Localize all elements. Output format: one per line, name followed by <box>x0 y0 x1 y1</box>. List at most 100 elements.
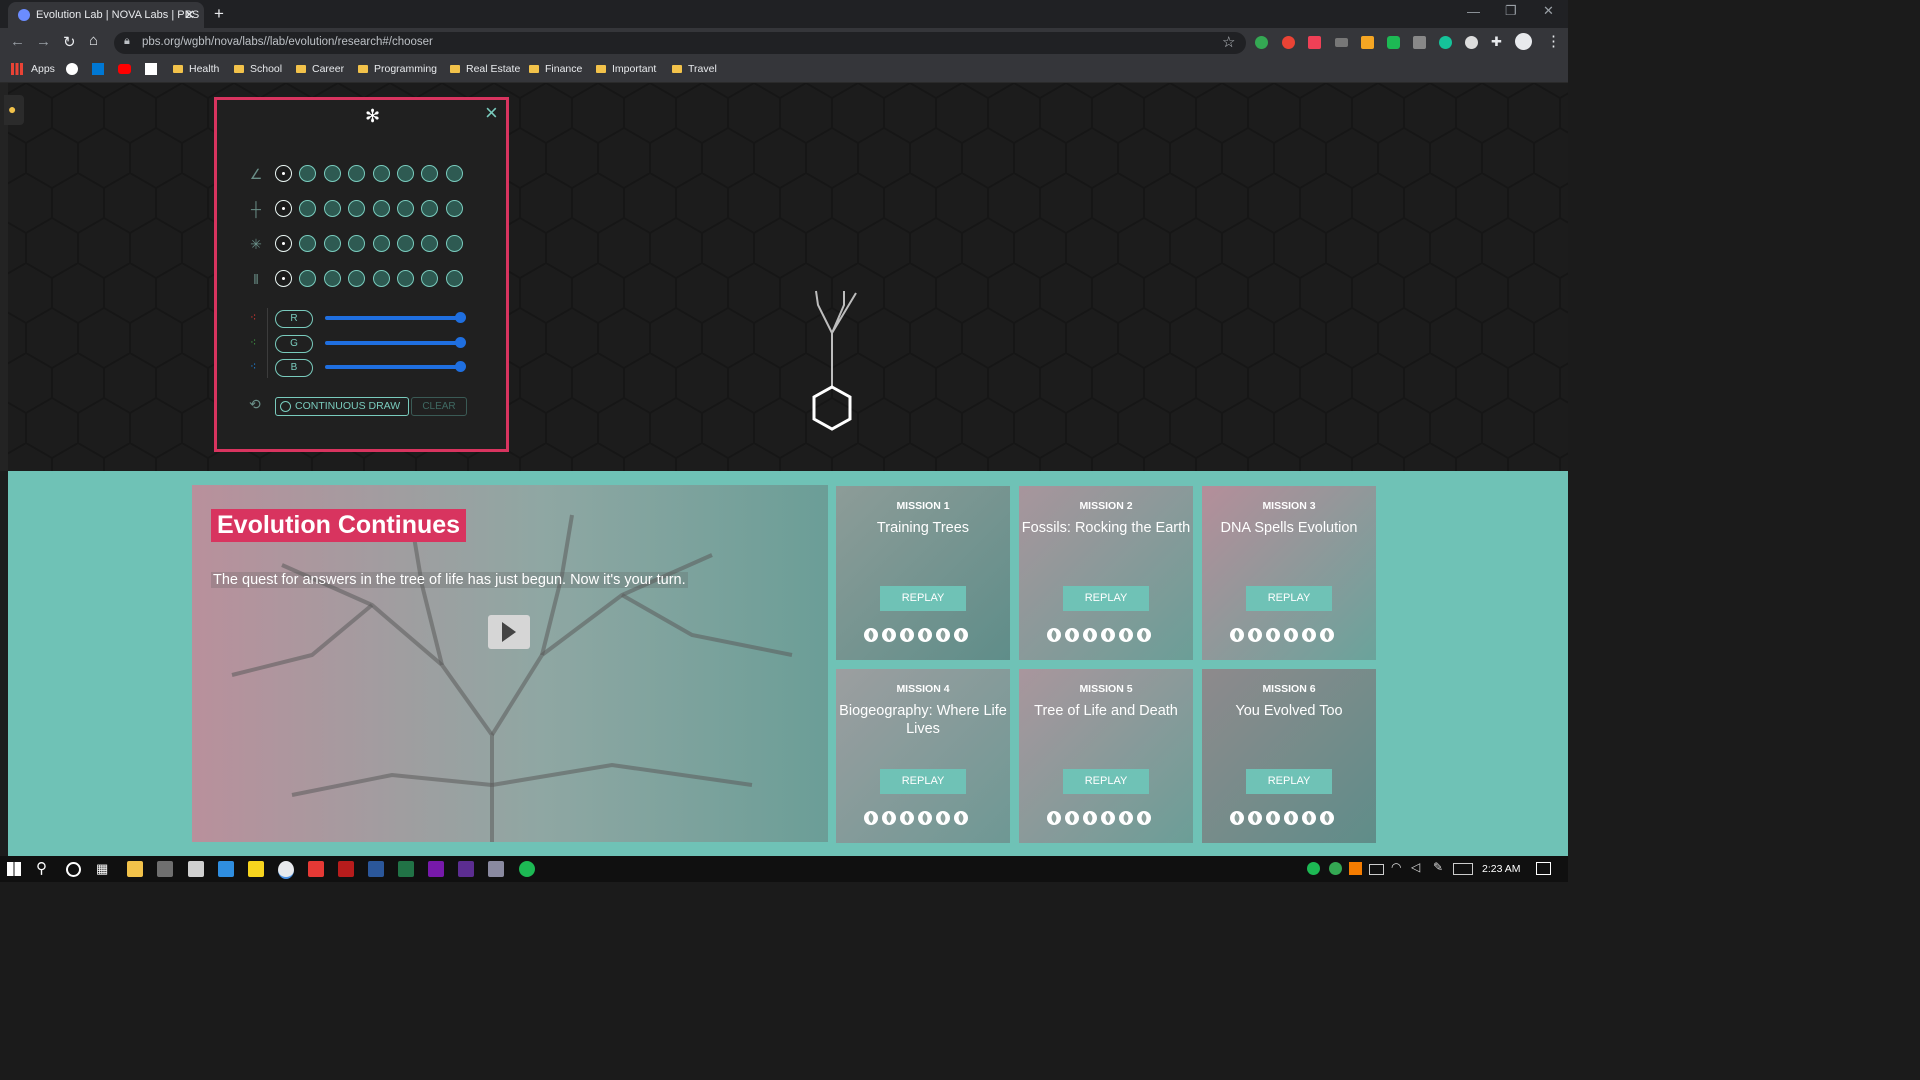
bookmark-health[interactable]: Health <box>173 63 219 75</box>
trait-option-dot[interactable] <box>421 165 439 182</box>
trait-option-dot[interactable] <box>372 165 390 182</box>
excel-icon[interactable] <box>398 861 414 877</box>
ext-k-icon[interactable] <box>1413 36 1426 49</box>
ext-red-icon[interactable] <box>1282 36 1295 49</box>
ext-s-icon[interactable] <box>1465 36 1478 49</box>
trait-option-dot[interactable] <box>397 270 414 287</box>
bookmark-school[interactable]: School <box>234 63 282 75</box>
color-slider-track[interactable] <box>325 340 459 345</box>
sidebar-toggle[interactable]: ● <box>4 95 24 125</box>
trait-option-dot[interactable] <box>323 200 341 217</box>
acrobat-icon[interactable] <box>338 861 354 877</box>
minimize-icon[interactable]: — <box>1467 4 1480 19</box>
trait-option-dot[interactable] <box>348 165 366 182</box>
trait-option-dot[interactable] <box>299 270 317 287</box>
app-icon-13[interactable] <box>488 861 504 877</box>
bookmark-finance[interactable]: Finance <box>529 63 582 75</box>
chrome-icon[interactable] <box>278 861 294 879</box>
ext-grey-icon[interactable] <box>1335 38 1348 47</box>
replay-button[interactable]: REPLAY <box>1246 586 1332 611</box>
trait-option-dot[interactable] <box>299 165 317 182</box>
trait-option-dot[interactable] <box>323 270 341 287</box>
extension-icons[interactable]: ✚ <box>1255 34 1525 50</box>
spotify-icon[interactable] <box>519 861 535 877</box>
calculator-icon[interactable] <box>157 861 173 877</box>
replay-button[interactable]: REPLAY <box>880 586 966 611</box>
forward-icon[interactable]: → <box>36 33 51 50</box>
tray-spotify-icon[interactable] <box>1307 862 1320 875</box>
color-slider-knob[interactable] <box>455 361 466 372</box>
app-icon-7[interactable] <box>308 861 324 877</box>
app-icon-3[interactable] <box>188 861 204 877</box>
restore-icon[interactable]: ❐ <box>1505 3 1517 19</box>
replay-button[interactable]: REPLAY <box>1063 769 1149 794</box>
new-tab-button[interactable]: + <box>214 4 224 24</box>
replay-button[interactable]: REPLAY <box>1246 769 1332 794</box>
bookmark-star-icon[interactable]: ☆ <box>1222 33 1235 51</box>
pen-icon[interactable]: ✎ <box>1433 860 1443 874</box>
trait-option-dot[interactable] <box>372 235 390 252</box>
clock-time[interactable]: 2:23 AM <box>1482 863 1521 875</box>
tray-orange-icon[interactable] <box>1349 862 1362 875</box>
trait-option-dot[interactable] <box>299 235 317 252</box>
mission-card-5[interactable]: MISSION 5 Tree of Life and Death REPLAY <box>1019 669 1193 843</box>
browser-tab[interactable]: Evolution Lab | NOVA Labs | PBS ✕ <box>8 2 204 28</box>
trait-option-dot[interactable] <box>397 200 414 217</box>
bookmark-career[interactable]: Career <box>296 63 344 75</box>
puzzle-icon[interactable]: ✚ <box>1491 34 1502 50</box>
clear-button[interactable]: CLEAR <box>411 397 467 416</box>
back-icon[interactable]: ← <box>10 33 25 50</box>
trait-option-dot[interactable] <box>421 200 439 217</box>
task-view-icon[interactable]: ▦ <box>96 861 108 877</box>
bookmark-programming[interactable]: Programming <box>358 63 437 75</box>
word-icon[interactable] <box>368 861 384 877</box>
color-slider-knob[interactable] <box>455 312 466 323</box>
notification-icon[interactable] <box>1536 862 1551 875</box>
video-hero[interactable]: Evolution Continues The quest for answer… <box>192 485 828 842</box>
bookmark-important[interactable]: Important <box>596 63 656 75</box>
close-button[interactable]: × <box>485 100 498 126</box>
file-explorer-icon[interactable] <box>127 861 143 877</box>
trait-option-dot[interactable] <box>323 235 341 252</box>
tray-icons[interactable]: ◠ ◁ ✎ <box>1307 860 1477 876</box>
window-close-icon[interactable]: ✕ <box>1543 3 1554 19</box>
keyboard-icon[interactable] <box>1453 863 1473 875</box>
volume-icon[interactable]: ◁ <box>1411 860 1420 874</box>
network-icon[interactable]: ◠ <box>1391 860 1401 874</box>
reload-icon[interactable]: ↻ <box>63 33 76 51</box>
bookmark-travel[interactable]: Travel <box>672 63 717 75</box>
ext-shield-icon[interactable] <box>1387 36 1400 49</box>
color-slider-track[interactable] <box>325 365 459 369</box>
trait-option-dot[interactable] <box>275 200 292 217</box>
mission-card-1[interactable]: MISSION 1 Training Trees REPLAY <box>836 486 1010 660</box>
trait-option-dot[interactable] <box>445 270 463 287</box>
trait-option-dot[interactable] <box>323 165 341 182</box>
trait-option-dot[interactable] <box>275 270 292 287</box>
trait-option-dot[interactable] <box>445 165 463 182</box>
trait-option-dot[interactable] <box>348 200 366 217</box>
menu-kebab-icon[interactable]: ⋮ <box>1546 32 1561 50</box>
trait-option-dot[interactable] <box>372 270 390 287</box>
youtube-icon[interactable] <box>118 64 131 74</box>
apps-grid-icon[interactable] <box>11 63 23 75</box>
trait-option-dot[interactable] <box>348 270 366 287</box>
visual-studio-icon[interactable] <box>458 861 474 877</box>
ext-green-icon[interactable] <box>1255 36 1268 49</box>
sticky-notes-icon[interactable] <box>248 861 264 877</box>
cortana-icon[interactable] <box>66 862 81 877</box>
mission-card-3[interactable]: MISSION 3 DNA Spells Evolution REPLAY <box>1202 486 1376 660</box>
address-bar[interactable]: 🔒︎ pbs.org/wgbh/nova/labs//lab/evolution… <box>114 32 1246 54</box>
trait-option-dot[interactable] <box>275 235 292 252</box>
replay-button[interactable]: REPLAY <box>880 769 966 794</box>
trait-option-dot[interactable] <box>299 200 317 217</box>
play-button[interactable] <box>488 615 530 649</box>
profile-avatar[interactable] <box>1515 33 1532 50</box>
mission-card-2[interactable]: MISSION 2 Fossils: Rocking the Earth REP… <box>1019 486 1193 660</box>
trait-option-dot[interactable] <box>445 200 463 217</box>
trait-option-dot[interactable] <box>348 235 366 252</box>
trait-option-dot[interactable] <box>397 165 414 182</box>
color-slider-knob[interactable] <box>455 336 466 348</box>
app-icon-4[interactable] <box>218 861 234 877</box>
trait-option-dot[interactable] <box>421 270 439 287</box>
tray-green-icon[interactable] <box>1329 862 1342 875</box>
